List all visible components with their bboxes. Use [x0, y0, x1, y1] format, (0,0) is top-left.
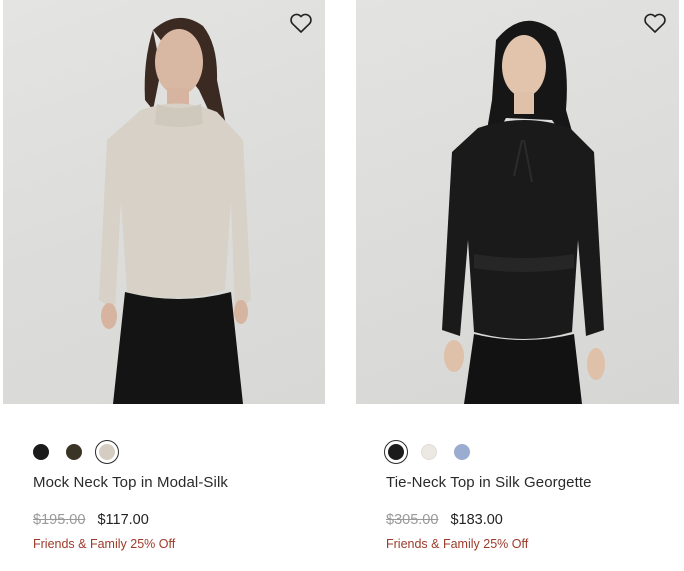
color-swatch[interactable]	[421, 444, 437, 460]
product-card-mock-neck-top[interactable]	[3, 0, 325, 404]
color-swatches	[384, 440, 487, 464]
sale-price: $183.00	[450, 512, 503, 528]
product-price: $305.00 $183.00	[386, 512, 503, 528]
product-name[interactable]: Tie-Neck Top in Silk Georgette	[386, 474, 592, 491]
heart-outline-icon	[644, 13, 666, 33]
original-price: $305.00	[386, 512, 439, 528]
product-name[interactable]: Mock Neck Top in Modal-Silk	[33, 474, 228, 491]
heart-outline-icon	[290, 13, 312, 33]
color-swatches	[33, 440, 132, 464]
model-illustration	[99, 17, 251, 404]
wishlist-heart-icon[interactable]	[643, 12, 667, 34]
promo-text: Friends & Family 25% Off	[386, 537, 529, 551]
product-image[interactable]	[3, 0, 325, 404]
product-image[interactable]	[356, 0, 679, 404]
color-swatch[interactable]	[384, 440, 408, 464]
sale-price: $117.00	[97, 512, 149, 528]
wishlist-heart-icon[interactable]	[289, 12, 313, 34]
color-swatch[interactable]	[454, 444, 470, 460]
model-illustration	[442, 20, 605, 404]
original-price: $195.00	[33, 512, 86, 528]
color-swatch[interactable]	[95, 440, 119, 464]
product-price: $195.00 $117.00	[33, 512, 149, 528]
product-card-tie-neck-top[interactable]	[356, 0, 679, 404]
color-swatch[interactable]	[33, 444, 49, 460]
color-swatch[interactable]	[66, 444, 82, 460]
promo-text: Friends & Family 25% Off	[33, 537, 176, 551]
